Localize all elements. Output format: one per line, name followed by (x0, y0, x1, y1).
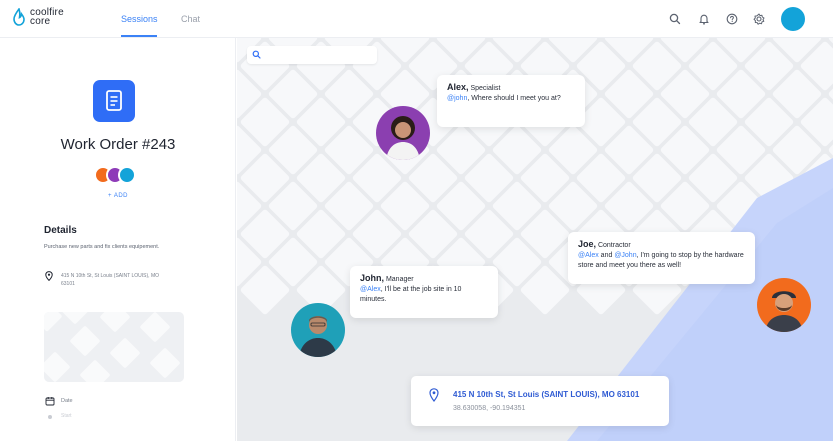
message-body: , Where should I meet you at? (467, 95, 561, 102)
top-bar: coolfire core Sessions Chat (0, 0, 833, 38)
document-icon (106, 90, 122, 111)
date-label: Date (61, 398, 73, 404)
map-search-input[interactable] (247, 46, 377, 64)
location-pin-icon (429, 388, 439, 402)
tab-sessions[interactable]: Sessions (121, 14, 158, 24)
address-card[interactable]: 415 N 10th St, St Louis (SAINT LOUIS), M… (411, 376, 669, 426)
participant-avatar (118, 166, 136, 184)
sender-role: Manager (385, 276, 414, 283)
gear-icon[interactable] (752, 12, 766, 26)
message-text: @Alex, I'll be at the job site in 10 min… (360, 285, 488, 305)
person-portrait-icon (386, 116, 420, 160)
message-and: and (598, 252, 615, 259)
sender-name: Alex, (447, 82, 469, 92)
sender-role: Specialist (470, 85, 501, 92)
add-participant-button[interactable]: + ADD (0, 193, 236, 199)
message-header: Alex, Specialist (447, 82, 575, 94)
message-bubble-john[interactable]: John, Manager @Alex, I'll be at the job … (350, 266, 498, 318)
mini-map[interactable] (44, 312, 184, 382)
participant-avatars[interactable] (94, 166, 138, 184)
logo-mark-icon (13, 8, 25, 26)
tab-chat[interactable]: Chat (181, 14, 200, 24)
message-text: @Alex and @John, I'm going to stop by th… (578, 251, 745, 271)
mention-link[interactable]: @Alex (360, 286, 381, 293)
location-text: 415 N 10th St, St Louis (SAINT LOUIS), M… (61, 273, 160, 287)
person-portrait-icon (765, 291, 803, 332)
details-heading: Details (44, 225, 77, 236)
user-avatar[interactable] (781, 7, 805, 31)
bell-icon[interactable] (697, 12, 711, 26)
mini-map-grid (44, 312, 180, 382)
message-bubble-joe[interactable]: Joe, Contractor @Alex and @John, I'm goi… (568, 232, 755, 284)
sender-name: John, (360, 273, 384, 283)
logo-line2: core (30, 16, 51, 27)
avatar-alex[interactable] (376, 106, 430, 160)
coordinates-text: 38.630058, -90.194351 (453, 405, 526, 412)
start-label: Start (61, 413, 72, 419)
avatar-joe[interactable] (757, 278, 811, 332)
person-portrait-icon (299, 316, 337, 357)
coolfire-logo[interactable]: coolfire core (12, 8, 64, 27)
help-icon[interactable] (725, 12, 739, 26)
calendar-icon (45, 397, 55, 406)
map-view[interactable]: Alex, Specialist @john, Where should I m… (237, 38, 833, 441)
sender-role: Contractor (597, 242, 631, 249)
sender-name: Joe, (578, 239, 597, 249)
search-icon (252, 50, 261, 59)
start-marker (48, 415, 52, 419)
avatar-john[interactable] (291, 303, 345, 357)
mention-link[interactable]: @Alex (578, 252, 599, 259)
mention-link[interactable]: @John (614, 252, 636, 259)
active-tab-indicator (121, 35, 157, 37)
details-description: Purchase new parts and fix clients equip… (44, 244, 160, 250)
work-order-title: Work Order #243 (60, 136, 176, 153)
message-header: Joe, Contractor (578, 239, 745, 251)
search-icon[interactable] (668, 12, 682, 26)
address-line: 415 N 10th St, St Louis (SAINT LOUIS), M… (453, 390, 640, 399)
mention-link[interactable]: @john (447, 95, 467, 102)
location-pin-icon (45, 271, 53, 281)
work-order-sidebar: Work Order #243 + ADD Details Purchase n… (0, 38, 236, 441)
work-order-icon (93, 80, 135, 122)
logo-text: coolfire core (30, 8, 64, 27)
message-header: John, Manager (360, 273, 488, 285)
message-bubble-alex[interactable]: Alex, Specialist @john, Where should I m… (437, 75, 585, 127)
message-text: @john, Where should I meet you at? (447, 94, 575, 104)
